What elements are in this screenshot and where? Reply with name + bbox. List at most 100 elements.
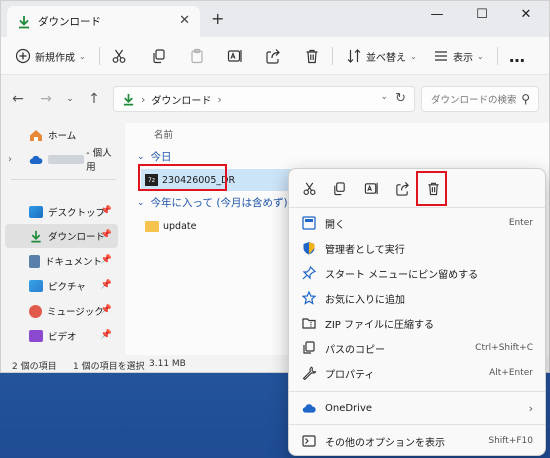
scissors-icon xyxy=(112,49,126,63)
menu-item-pin-to-start[interactable]: スタート メニューにピン留めする xyxy=(293,261,541,285)
more-button[interactable]: … xyxy=(509,37,525,75)
download-icon xyxy=(31,230,41,242)
open-icon xyxy=(301,215,317,231)
pin-icon[interactable]: 📌 xyxy=(101,330,112,340)
plus-circle-icon xyxy=(15,48,31,64)
selected-size: 3.11 MB xyxy=(149,359,186,369)
sidebar-item-onedrive[interactable]: - 個人用 xyxy=(5,147,118,173)
folder-icon xyxy=(145,220,159,232)
tab-title: ダウンロード xyxy=(38,16,101,28)
menu-item-more-options[interactable]: その他のオプションを表示 Shift+F10 xyxy=(293,429,541,453)
recent-chevron-icon[interactable]: ⌄ xyxy=(59,87,81,111)
pin-icon[interactable]: 📌 xyxy=(101,230,112,240)
view-icon xyxy=(435,51,447,61)
copy-button[interactable] xyxy=(151,37,167,75)
clipboard-icon xyxy=(191,48,203,64)
menu-item-run-as-admin[interactable]: 管理者として実行 xyxy=(293,236,541,260)
menu-item-open[interactable]: 開く Enter xyxy=(293,211,541,235)
refresh-icon[interactable]: ↻ xyxy=(395,91,406,106)
zip-folder-icon xyxy=(301,315,317,331)
maximize-button[interactable]: ☐ xyxy=(460,1,504,27)
sidebar-item-pictures[interactable]: ピクチャ 📌 xyxy=(5,274,118,298)
address-dropdown-icon[interactable]: ⌄ xyxy=(380,92,388,102)
pin-icon[interactable]: 📌 xyxy=(101,305,112,315)
copy-path-icon xyxy=(301,340,317,356)
menu-item-onedrive[interactable]: OneDrive › xyxy=(293,396,541,420)
new-button[interactable]: 新規作成 ⌄ xyxy=(15,37,86,75)
navigation-row: ← → ⌄ ↑ › ダウンロード › ⌄ ↻ ダウンロードの検索 ⚲ xyxy=(1,75,549,123)
menu-item-add-to-favorites[interactable]: お気に入りに追加 xyxy=(293,286,541,310)
download-icon xyxy=(123,93,134,105)
star-icon xyxy=(301,290,317,306)
new-tab-button[interactable]: + xyxy=(211,9,224,28)
chevron-down-icon: ⌄ xyxy=(477,51,484,61)
redacted-account-name xyxy=(47,154,85,164)
breadcrumb-chevron-icon[interactable]: › xyxy=(217,93,221,106)
paste-button[interactable] xyxy=(189,37,205,75)
sidebar-item-downloads[interactable]: ダウンロード 📌 xyxy=(5,224,118,248)
context-rename-button[interactable] xyxy=(359,177,383,199)
sidebar-item-music[interactable]: ミュージック 📌 xyxy=(5,299,118,323)
video-icon xyxy=(29,330,43,342)
scissors-icon xyxy=(303,182,315,195)
pin-icon[interactable]: 📌 xyxy=(101,206,112,216)
sort-button[interactable]: 並べ替え ⌄ xyxy=(346,37,417,75)
share-icon xyxy=(395,181,409,196)
context-share-button[interactable] xyxy=(390,177,414,199)
chevron-down-icon: ⌄ xyxy=(410,51,417,61)
view-button[interactable]: 表示 ⌄ xyxy=(433,37,484,75)
document-icon xyxy=(29,254,40,268)
highlight-box-delete xyxy=(416,171,447,206)
context-menu: 開く Enter 管理者として実行 スタート メニューにピン留めする お気に入り… xyxy=(288,168,546,456)
picture-icon xyxy=(29,280,43,292)
cloud-icon xyxy=(29,155,43,164)
sort-icon xyxy=(347,49,361,63)
context-cut-button[interactable] xyxy=(297,177,321,199)
address-bar[interactable]: › ダウンロード › ⌄ ↻ xyxy=(113,86,415,112)
tab-downloads[interactable]: ダウンロード ✕ xyxy=(7,6,200,37)
wrench-icon xyxy=(301,365,317,381)
tab-close-icon[interactable]: ✕ xyxy=(179,13,190,28)
command-bar: 新規作成 ⌄ 並べ替え ⌄ 表示 ⌄ … xyxy=(1,37,549,75)
navigation-pane: ホーム › - 個人用 デスクトップ 📌 ダウンロード 📌 ドキュメント 📌 ピ… xyxy=(1,123,123,355)
download-icon xyxy=(19,15,29,28)
delete-button[interactable] xyxy=(304,37,320,75)
sidebar-item-home[interactable]: ホーム xyxy=(5,123,118,147)
rename-button[interactable] xyxy=(227,37,243,75)
share-button[interactable] xyxy=(265,37,281,75)
up-arrow-icon[interactable]: ↑ xyxy=(83,87,105,111)
menu-item-properties[interactable]: プロパティ Alt+Enter xyxy=(293,361,541,385)
share-icon xyxy=(266,49,280,64)
more-options-icon xyxy=(301,433,317,449)
submenu-chevron-icon: › xyxy=(528,401,533,415)
close-button[interactable]: ✕ xyxy=(504,1,548,27)
selected-count: 1 個の項目を選択 xyxy=(73,362,145,372)
breadcrumb[interactable]: ダウンロード xyxy=(151,92,211,107)
search-icon: ⚲ xyxy=(521,92,530,106)
forward-arrow-icon[interactable]: → xyxy=(35,87,57,111)
title-bar: ダウンロード ✕ + — ☐ ✕ xyxy=(1,1,549,37)
pin-icon xyxy=(301,265,317,281)
copy-icon xyxy=(333,181,345,195)
cloud-icon xyxy=(301,400,317,416)
pin-icon[interactable]: 📌 xyxy=(101,255,112,265)
breadcrumb-chevron-icon: › xyxy=(141,92,146,106)
column-header-name[interactable]: 名前 xyxy=(154,127,173,141)
menu-item-copy-path[interactable]: パスのコピー Ctrl+Shift+C xyxy=(293,336,541,360)
menu-item-compress-zip[interactable]: ZIP ファイルに圧縮する xyxy=(293,311,541,335)
search-input[interactable]: ダウンロードの検索 ⚲ xyxy=(421,86,539,112)
sidebar-item-desktop[interactable]: デスクトップ 📌 xyxy=(5,200,118,224)
group-header-this-year[interactable]: ⌄ 今年に入って (今月は含めず) xyxy=(137,195,288,210)
minimize-button[interactable]: — xyxy=(415,1,459,27)
cut-button[interactable] xyxy=(111,37,127,75)
pin-icon[interactable]: 📌 xyxy=(101,280,112,290)
context-copy-button[interactable] xyxy=(327,177,351,199)
back-arrow-icon[interactable]: ← xyxy=(7,87,29,111)
chevron-down-icon: ⌄ xyxy=(137,151,145,162)
sidebar-item-videos[interactable]: ビデオ 📌 xyxy=(5,324,118,348)
trash-icon xyxy=(306,49,318,64)
rename-icon xyxy=(227,50,242,62)
chevron-down-icon: ⌄ xyxy=(79,51,86,61)
group-header-today[interactable]: ⌄ 今日 xyxy=(137,149,172,164)
sidebar-item-documents[interactable]: ドキュメント 📌 xyxy=(5,249,118,273)
